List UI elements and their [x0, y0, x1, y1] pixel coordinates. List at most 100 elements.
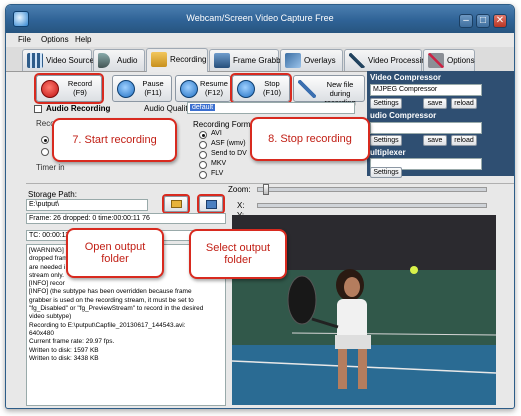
resume-icon — [180, 80, 198, 98]
frame-grabber-icon — [214, 53, 230, 68]
audio-quality-select[interactable]: default — [187, 102, 355, 114]
window-title: Webcam/Screen Video Capture Free — [186, 13, 334, 23]
video-settings-button[interactable]: Settings — [370, 98, 402, 109]
multiplexer-title: ultiplexer — [370, 148, 406, 157]
minimize-button[interactable]: – — [459, 14, 473, 28]
tab-audio[interactable]: Audio — [93, 49, 145, 71]
callout-open-output-folder: Open output folder — [66, 228, 164, 278]
pause-key: (F11) — [144, 88, 162, 97]
log-line: video subtype) — [29, 313, 72, 321]
maximize-button[interactable]: □ — [476, 14, 490, 28]
format-radio-avi[interactable] — [199, 131, 207, 139]
resume-key: (F12) — [205, 88, 223, 97]
video-compressor-title: Video Compressor — [370, 73, 441, 82]
audio-recording-label: Audio Recording — [46, 104, 111, 113]
pause-label-group: Pause (F11) — [135, 79, 171, 97]
video-compressor-select[interactable]: MJPEG Compressor — [370, 84, 482, 96]
record-folder-icon — [151, 52, 167, 67]
stop-label-group: Stop (F10) — [255, 79, 289, 97]
tab-options[interactable]: Options — [423, 49, 475, 71]
audio-recording-checkbox[interactable] — [34, 105, 42, 113]
stop-label: Stop — [264, 79, 280, 88]
zoom-slider[interactable] — [257, 187, 487, 192]
video-reload-button[interactable]: reload — [451, 98, 477, 109]
format-flv-label: FLV — [211, 170, 224, 177]
format-radio-dv[interactable] — [199, 151, 207, 159]
record-button[interactable]: Record (F9) — [36, 75, 102, 102]
audio-compressor-select[interactable] — [370, 122, 482, 134]
stop-key: (F10) — [263, 88, 281, 97]
title-bar: Webcam/Screen Video Capture Free – □ ✕ — [6, 5, 514, 33]
recording-mode-radio-2[interactable] — [41, 148, 49, 156]
log-line: Written to disk: 3438 KB — [29, 354, 99, 362]
app-window: Webcam/Screen Video Capture Free – □ ✕ F… — [5, 4, 515, 409]
tab-frame-grabber[interactable]: Frame Grabber — [209, 49, 288, 71]
x-label: X: — [237, 201, 245, 210]
open-folder-icon — [171, 200, 182, 208]
format-dv-label: Send to DV — [211, 150, 247, 157]
tab-label: Video Processing — [368, 56, 431, 65]
new-file-button[interactable]: New file during recording — [293, 75, 365, 107]
stop-icon — [237, 80, 255, 98]
stop-button[interactable]: Stop (F10) — [232, 75, 290, 102]
menu-help[interactable]: Help — [75, 35, 91, 44]
pause-label: Pause — [142, 79, 164, 88]
audio-settings-button[interactable]: Settings — [370, 135, 402, 146]
zoom-slider-thumb[interactable] — [263, 184, 269, 195]
x-slider[interactable] — [257, 203, 487, 208]
tab-recording[interactable]: Recording — [146, 48, 208, 72]
open-folder-button[interactable] — [164, 196, 188, 212]
callout-start-recording: 7. Start recording — [52, 118, 177, 162]
select-folder-icon — [206, 200, 217, 209]
menu-bar: File Options Help — [6, 33, 514, 47]
storage-path-label: Storage Path: — [28, 190, 77, 199]
log-line: Current frame rate: 29.97 fps. — [29, 338, 115, 346]
tab-label: Options — [447, 56, 475, 65]
audio-save-button[interactable]: save — [423, 135, 447, 146]
format-radio-mkv[interactable] — [199, 161, 207, 169]
video-save-button[interactable]: save — [423, 98, 447, 109]
record-key: (F9) — [73, 88, 87, 97]
format-asf-label: ASF (wmv) — [211, 140, 246, 147]
tools-icon — [428, 53, 444, 68]
recording-mode-radio-1[interactable] — [41, 136, 49, 144]
format-radio-asf[interactable] — [199, 141, 207, 149]
tab-video-processing[interactable]: Video Processing — [344, 49, 430, 71]
tab-bar: Video Source Audio Recording Frame Grabb… — [6, 47, 514, 72]
resume-label: Resume — [200, 79, 228, 88]
log-line: "fg_Disabled" or "fg_PreviewStream" to r… — [29, 305, 204, 313]
tab-label: Video Source — [46, 56, 94, 65]
section-divider — [26, 183, 514, 184]
close-button[interactable]: ✕ — [493, 14, 507, 28]
tab-label: Overlays — [304, 56, 336, 65]
menu-file[interactable]: File — [18, 35, 31, 44]
storage-path-input[interactable]: E:\putput\ — [26, 199, 148, 211]
frame-status: Frame: 26 dropped: 0 time:00:00:11 76 — [26, 213, 226, 224]
multiplexer-settings-button[interactable]: Settings — [370, 167, 402, 178]
tab-video-source[interactable]: Video Source — [22, 49, 94, 71]
audio-compressor-title: udio Compressor — [370, 111, 437, 120]
log-line: [INFO] recor — [29, 280, 65, 288]
record-label: Record — [67, 79, 93, 88]
speaker-icon — [98, 53, 110, 68]
tab-overlays[interactable]: Overlays — [280, 49, 343, 71]
resume-button[interactable]: Resume (F12) — [175, 75, 231, 102]
callout-select-output-folder: Select output folder — [189, 229, 287, 279]
format-radio-flv[interactable] — [199, 171, 207, 179]
log-line: Written to disk: 1597 KB — [29, 346, 99, 354]
resume-label-group: Resume (F12) — [198, 79, 230, 97]
format-mkv-label: MKV — [211, 160, 227, 167]
log-line: [INFO] (the subtype has been overridden … — [29, 288, 192, 296]
select-folder-button[interactable] — [199, 196, 223, 212]
audio-reload-button[interactable]: reload — [451, 135, 477, 146]
compressor-panel: Video Compressor MJPEG Compressor Settin… — [367, 71, 514, 178]
zoom-label: Zoom: — [228, 185, 251, 194]
record-icon — [41, 80, 59, 98]
callout-stop-recording: 8. Stop recording — [250, 117, 370, 161]
menu-options[interactable]: Options — [41, 35, 69, 44]
tab-label: Audio — [117, 56, 138, 65]
log-line: Recording to E:\putput\Capfile_20130617_… — [29, 321, 186, 329]
log-line: grabber is used on the recording stream,… — [29, 296, 194, 304]
timer-label: Timer in — [36, 163, 65, 172]
pause-button[interactable]: Pause (F11) — [112, 75, 172, 102]
